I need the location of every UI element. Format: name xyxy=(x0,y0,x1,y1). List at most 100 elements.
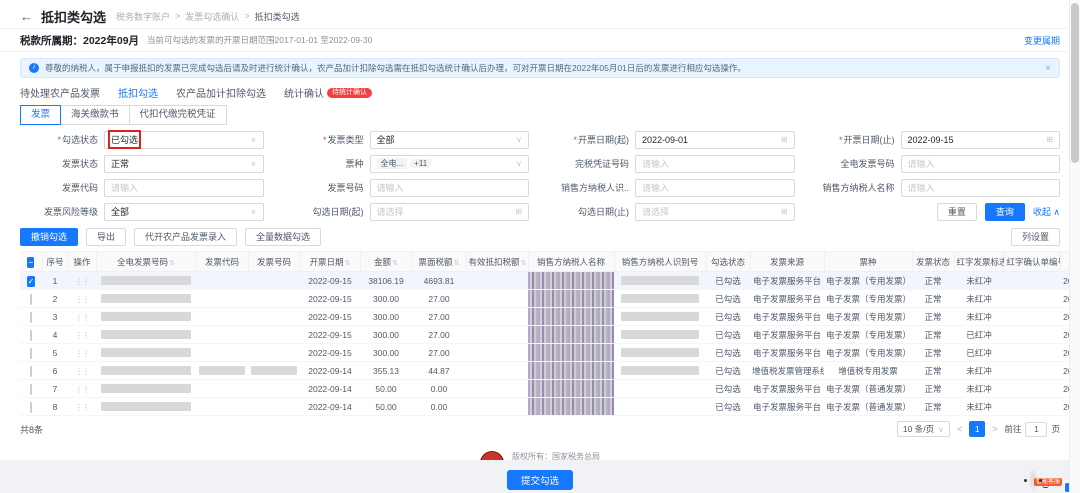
change-period-link[interactable]: 变更属期 xyxy=(1024,34,1060,47)
cell-select[interactable] xyxy=(20,290,42,308)
col-amount[interactable]: 金额⇅ xyxy=(360,252,412,272)
next-page-button[interactable]: > xyxy=(992,424,997,434)
filter-check-date-start-control[interactable]: 请选择⊞ xyxy=(370,203,530,221)
cell-action[interactable]: ⋮⋮ xyxy=(68,272,96,290)
cell-select[interactable]: ✓ xyxy=(20,272,42,290)
back-arrow-icon[interactable]: ← xyxy=(20,9,33,24)
row-more-icon[interactable]: ⋮⋮ xyxy=(75,367,89,376)
row-more-icon[interactable]: ⋮⋮ xyxy=(75,331,89,340)
row-checkbox[interactable] xyxy=(30,294,32,305)
row-checkbox[interactable] xyxy=(30,330,32,341)
filter-seller-name-control[interactable]: 请输入 xyxy=(901,179,1061,197)
row-checkbox[interactable] xyxy=(30,348,32,359)
filter-issue-date-end-control[interactable]: 2022-09-15⊞ xyxy=(901,131,1061,149)
page-size-select[interactable]: 10 条/页 ∨ xyxy=(897,421,950,437)
export-button[interactable]: 导出 xyxy=(86,228,126,246)
row-checkbox[interactable] xyxy=(30,402,32,413)
cancel-check-button[interactable]: 撤销勾选 xyxy=(20,228,78,246)
col-issue-date[interactable]: 开票日期⇅ xyxy=(300,252,360,272)
breadcrumb-item[interactable]: 税务数字账户 xyxy=(116,10,170,23)
row-checkbox[interactable] xyxy=(30,384,32,395)
cell-select[interactable] xyxy=(20,362,42,380)
cell-action[interactable]: ⋮⋮ xyxy=(68,344,96,362)
cell-select[interactable] xyxy=(20,326,42,344)
cell-action[interactable]: ⋮⋮ xyxy=(68,398,96,416)
cell-action[interactable]: ⋮⋮ xyxy=(68,380,96,398)
sort-icon[interactable]: ⇅ xyxy=(169,260,175,267)
filter-invoice-status-control[interactable]: 正常∨ xyxy=(104,155,264,173)
filter-tax-cert-no-control[interactable]: 请输入 xyxy=(635,155,795,173)
notice-close-icon[interactable]: × xyxy=(1045,63,1051,74)
row-more-icon[interactable]: ⋮⋮ xyxy=(75,385,89,394)
table-footer-row: 共8条 10 条/页 ∨ < 1 > 前往 1 页 xyxy=(20,421,1060,437)
tab-statistics-confirm[interactable]: 统计确认待统计确认 xyxy=(284,85,372,100)
current-page-button[interactable]: 1 xyxy=(969,421,985,437)
row-more-icon[interactable]: ⋮⋮ xyxy=(75,403,89,412)
col-invoice-status-label: 发票状态 xyxy=(916,257,950,267)
filter-risk-level-control[interactable]: 全部∨ xyxy=(104,203,264,221)
agency-invoice-entry-button[interactable]: 代开农产品发票录入 xyxy=(134,228,237,246)
reset-button[interactable]: 重置 xyxy=(937,203,977,221)
filter-invoice-number-control[interactable]: 请输入 xyxy=(370,179,530,197)
cell-action[interactable]: ⋮⋮ xyxy=(68,362,96,380)
full-data-check-button[interactable]: 全量数据勾选 xyxy=(245,228,321,246)
cell-seller-id xyxy=(614,290,706,308)
col-tax-amount[interactable]: 票面税额⇅ xyxy=(412,252,466,272)
goto-page-input[interactable]: 1 xyxy=(1025,422,1047,437)
search-button[interactable]: 查询 xyxy=(985,203,1025,221)
subtab-withholding-certificate[interactable]: 代扣代缴完税凭证 xyxy=(129,105,227,125)
tab-farm-extra-deduction-check[interactable]: 农产品加计扣除勾选 xyxy=(176,85,266,100)
scrollbar-track[interactable] xyxy=(1069,0,1080,493)
row-checkbox[interactable] xyxy=(30,366,32,377)
cell-select[interactable] xyxy=(20,308,42,326)
filter-issue-date-start-control[interactable]: 2022-09-01⊞ xyxy=(635,131,795,149)
tab-deduction-check[interactable]: 抵扣勾选 xyxy=(118,85,158,100)
redacted-seller-name xyxy=(528,290,614,307)
col-einvoice-no[interactable]: 全电发票号码⇅ xyxy=(96,252,196,272)
column-settings-button[interactable]: 列设置 xyxy=(1011,228,1060,246)
breadcrumb-item[interactable]: 发票勾选确认 xyxy=(185,10,239,23)
row-more-icon[interactable]: ⋮⋮ xyxy=(75,313,89,322)
cell-select[interactable] xyxy=(20,398,42,416)
filter-ticket-kind-control[interactable]: 全电...+11∨ xyxy=(370,155,530,173)
subtab-invoice[interactable]: 发票 xyxy=(20,105,61,125)
sort-icon[interactable]: ⇅ xyxy=(521,260,527,267)
cell-action[interactable]: ⋮⋮ xyxy=(68,290,96,308)
select-all-checkbox[interactable]: − xyxy=(27,257,34,268)
filter-digital-invoice-no-control[interactable]: 请输入 xyxy=(901,155,1061,173)
sort-icon[interactable]: ⇅ xyxy=(454,260,460,267)
cell-select[interactable] xyxy=(20,380,42,398)
cell-action[interactable]: ⋮⋮ xyxy=(68,308,96,326)
filter-check-date-end-label: 勾选日期(止) xyxy=(551,205,635,218)
row-more-icon[interactable]: ⋮⋮ xyxy=(75,349,89,358)
filter-check-status-label: *勾选状态 xyxy=(20,133,104,146)
prev-page-button[interactable]: < xyxy=(957,424,962,434)
sort-icon[interactable]: ⇅ xyxy=(392,260,398,267)
filter-check-date-end-control[interactable]: 请选择⊞ xyxy=(635,203,795,221)
redacted-seller-id xyxy=(621,348,699,357)
cell-action[interactable]: ⋮⋮ xyxy=(68,326,96,344)
subtab-customs-payment[interactable]: 海关缴款书 xyxy=(60,105,130,125)
tab-pending-farm-invoices[interactable]: 待处理农产品发票 xyxy=(20,85,100,100)
robot-assistant-icon[interactable] xyxy=(1032,469,1034,488)
col-select[interactable]: − xyxy=(20,252,42,272)
filter-seller-id-control[interactable]: 请输入 xyxy=(635,179,795,197)
row-more-icon[interactable]: ⋮⋮ xyxy=(75,277,89,286)
row-more-icon[interactable]: ⋮⋮ xyxy=(75,295,89,304)
row-checkbox[interactable] xyxy=(30,312,32,323)
col-valid-deduction-tax[interactable]: 有效抵扣税额⇅ xyxy=(466,252,528,272)
filter-check-status-control[interactable]: 已勾选∨ xyxy=(104,131,264,149)
row-checkbox[interactable]: ✓ xyxy=(27,276,36,287)
filter-invoice-type-control[interactable]: 全部∨ xyxy=(370,131,530,149)
tab-pending-farm-invoices-label: 待处理农产品发票 xyxy=(20,85,100,100)
filter-invoice-code-control[interactable]: 请输入 xyxy=(104,179,264,197)
submit-check-button[interactable]: 提交勾选 xyxy=(507,470,573,490)
scrollbar-thumb[interactable] xyxy=(1071,3,1079,163)
assistant-widget[interactable]: 智能客服 xyxy=(1028,470,1066,488)
cell-select[interactable] xyxy=(20,344,42,362)
sort-icon[interactable]: ⇅ xyxy=(345,260,351,267)
cell-seller-name xyxy=(528,326,614,344)
cell-invoice-source: 电子发票服务平台 xyxy=(750,272,824,290)
collapse-link[interactable]: 收起 ∧ xyxy=(1033,205,1060,218)
cell-einvoice-no xyxy=(96,272,196,290)
